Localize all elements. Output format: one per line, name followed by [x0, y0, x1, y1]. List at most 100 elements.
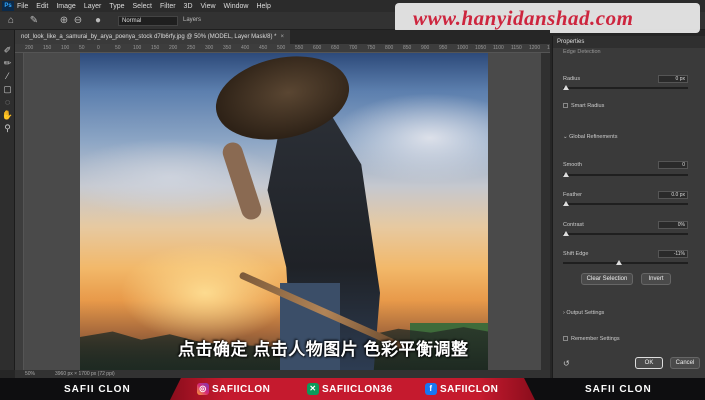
- properties-title: Properties: [553, 36, 705, 48]
- feather-slider[interactable]: [563, 201, 688, 206]
- facebook-icon: f: [425, 383, 437, 395]
- checkbox-box[interactable]: [563, 103, 568, 109]
- contrast-slider[interactable]: [563, 231, 688, 236]
- ruler-tick-label: 50: [115, 45, 121, 51]
- ruler-tick-label: 600: [313, 45, 322, 51]
- ruler-tick-label: 500: [277, 45, 286, 51]
- add-to-selection-icon[interactable]: ⊕: [58, 15, 70, 27]
- smart-radius-checkbox[interactable]: Smart Radius: [563, 103, 604, 109]
- tools-panel: ✐ ✏ ⁄ ▢ ◌ ✋ ⚲: [0, 30, 15, 370]
- menu-view[interactable]: View: [201, 3, 216, 10]
- radius-slider[interactable]: [563, 85, 688, 90]
- contrast-label: Contrast: [563, 222, 584, 228]
- xing-text: SAFIICLON36: [322, 383, 393, 395]
- menu-select[interactable]: Select: [133, 3, 152, 10]
- smooth-field[interactable]: 0: [658, 161, 688, 169]
- xing-icon: ✕: [307, 383, 319, 395]
- quick-selection-tool-icon[interactable]: ✐: [0, 44, 15, 57]
- contrast-slider-handle[interactable]: [563, 231, 569, 236]
- facebook-handle: f SAFIICLON: [425, 382, 498, 396]
- ruler-tick-label: 750: [367, 45, 376, 51]
- ruler-tick-label: 100: [61, 45, 70, 51]
- document-image[interactable]: [80, 53, 488, 370]
- object-selection-tool-icon[interactable]: ▢: [0, 83, 15, 96]
- document-tab-bar: not_look_like_a_samurai_by_arya_poenya_s…: [15, 30, 550, 44]
- menu-edit[interactable]: Edit: [36, 3, 48, 10]
- ruler-tick-label: 900: [421, 45, 430, 51]
- ruler-tick-label: 1050: [475, 45, 487, 51]
- ruler-tick-label: 1200: [529, 45, 541, 51]
- output-settings-heading[interactable]: › Output Settings: [563, 310, 604, 316]
- remember-settings-label: Remember Settings: [571, 336, 620, 342]
- reset-icon[interactable]: ↺: [563, 359, 570, 368]
- checkbox-box[interactable]: [563, 336, 568, 342]
- document-tab-title: not_look_like_a_samurai_by_arya_poenya_s…: [21, 34, 277, 40]
- sunset-glow: [120, 243, 290, 343]
- close-tab-icon[interactable]: ×: [280, 34, 284, 40]
- channel-banner: SAFII CLON ◎ SAFIICLON ✕ SAFIICLON36 f S…: [0, 378, 705, 400]
- smooth-slider-handle[interactable]: [563, 172, 569, 177]
- refine-edge-brush-icon[interactable]: ✏: [0, 57, 15, 70]
- zoom-tool-icon[interactable]: ⚲: [0, 122, 15, 135]
- ruler-tick-label: 50: [79, 45, 85, 51]
- feather-slider-handle[interactable]: [563, 201, 569, 206]
- instagram-handle: ◎ SAFIICLON: [197, 382, 270, 396]
- watermark-banner: www.hanyidanshad.com: [395, 3, 700, 33]
- menu-help[interactable]: Help: [256, 3, 270, 10]
- ruler-tick-label: 100: [133, 45, 142, 51]
- contrast-field[interactable]: 0%: [658, 221, 688, 229]
- invert-button[interactable]: Invert: [641, 273, 671, 285]
- menu-type[interactable]: Type: [109, 3, 124, 10]
- watermark-text: www.hanyidanshad.com: [413, 6, 634, 30]
- ruler-tick-label: 1100: [493, 45, 504, 51]
- video-subtitle: 点击确定 点击人物图片 色彩平衡调整: [178, 340, 469, 359]
- home-icon[interactable]: ⌂: [5, 15, 17, 27]
- brush-tool-icon[interactable]: ⁄: [0, 70, 15, 83]
- smooth-label: Smooth: [563, 162, 582, 168]
- ruler-tick-label: 150: [151, 45, 160, 51]
- shift-edge-slider[interactable]: [563, 260, 688, 265]
- mode-select[interactable]: Normal: [118, 16, 178, 26]
- shift-edge-slider-handle[interactable]: [616, 260, 622, 265]
- ruler-tick-label: 1000: [457, 45, 469, 51]
- lasso-tool-icon[interactable]: ◌: [0, 96, 15, 109]
- ruler-tick-label: 850: [403, 45, 412, 51]
- brush-size-icon[interactable]: ●: [92, 15, 104, 27]
- brush-tool-icon[interactable]: ✎: [28, 15, 40, 27]
- zoom-level[interactable]: 50%: [25, 371, 35, 377]
- global-refinements-label: Global Refinements: [569, 134, 618, 140]
- properties-panel: Properties Edge Detection Radius 0 px Sm…: [552, 36, 705, 378]
- radius-slider-handle[interactable]: [563, 85, 569, 90]
- menu-3d[interactable]: 3D: [184, 3, 193, 10]
- menu-file[interactable]: File: [17, 3, 28, 10]
- global-refinements-heading[interactable]: ⌄ Global Refinements: [563, 134, 617, 140]
- facebook-text: SAFIICLON: [440, 383, 499, 395]
- menu-layer[interactable]: Layer: [84, 3, 102, 10]
- shift-edge-label: Shift Edge: [563, 251, 589, 257]
- canvas-scrollbar[interactable]: [541, 53, 550, 370]
- radius-label: Radius: [563, 76, 581, 82]
- clear-selection-button[interactable]: Clear Selection: [581, 273, 633, 285]
- ruler-tick-label: 150: [43, 45, 52, 51]
- hand-tool-icon[interactable]: ✋: [0, 109, 15, 122]
- feather-field[interactable]: 0.0 px: [658, 191, 688, 199]
- radius-field[interactable]: 0 px: [658, 75, 688, 83]
- channel-name-left: SAFII CLON: [64, 384, 131, 395]
- smooth-slider[interactable]: [563, 172, 688, 177]
- menu-window[interactable]: Window: [224, 3, 249, 10]
- subtract-from-selection-icon[interactable]: ⊖: [72, 15, 84, 27]
- cancel-button[interactable]: Cancel: [670, 357, 700, 369]
- ruler-tick-label: 800: [385, 45, 394, 51]
- menu-filter[interactable]: Filter: [160, 3, 176, 10]
- xing-handle: ✕ SAFIICLON36: [307, 382, 393, 396]
- ruler-tick-label: 200: [169, 45, 178, 51]
- edge-detection-heading[interactable]: Edge Detection: [563, 49, 601, 55]
- document-tab[interactable]: not_look_like_a_samurai_by_arya_poenya_s…: [15, 30, 290, 44]
- ruler-tick-label: 0: [97, 45, 100, 51]
- ruler-tick-label: 300: [205, 45, 214, 51]
- shift-edge-field[interactable]: -11%: [658, 250, 688, 258]
- menu-image[interactable]: Image: [56, 3, 75, 10]
- ok-button[interactable]: OK: [635, 357, 663, 369]
- remember-settings-checkbox[interactable]: Remember Settings: [563, 336, 620, 342]
- ruler-tick-label: 200: [25, 45, 34, 51]
